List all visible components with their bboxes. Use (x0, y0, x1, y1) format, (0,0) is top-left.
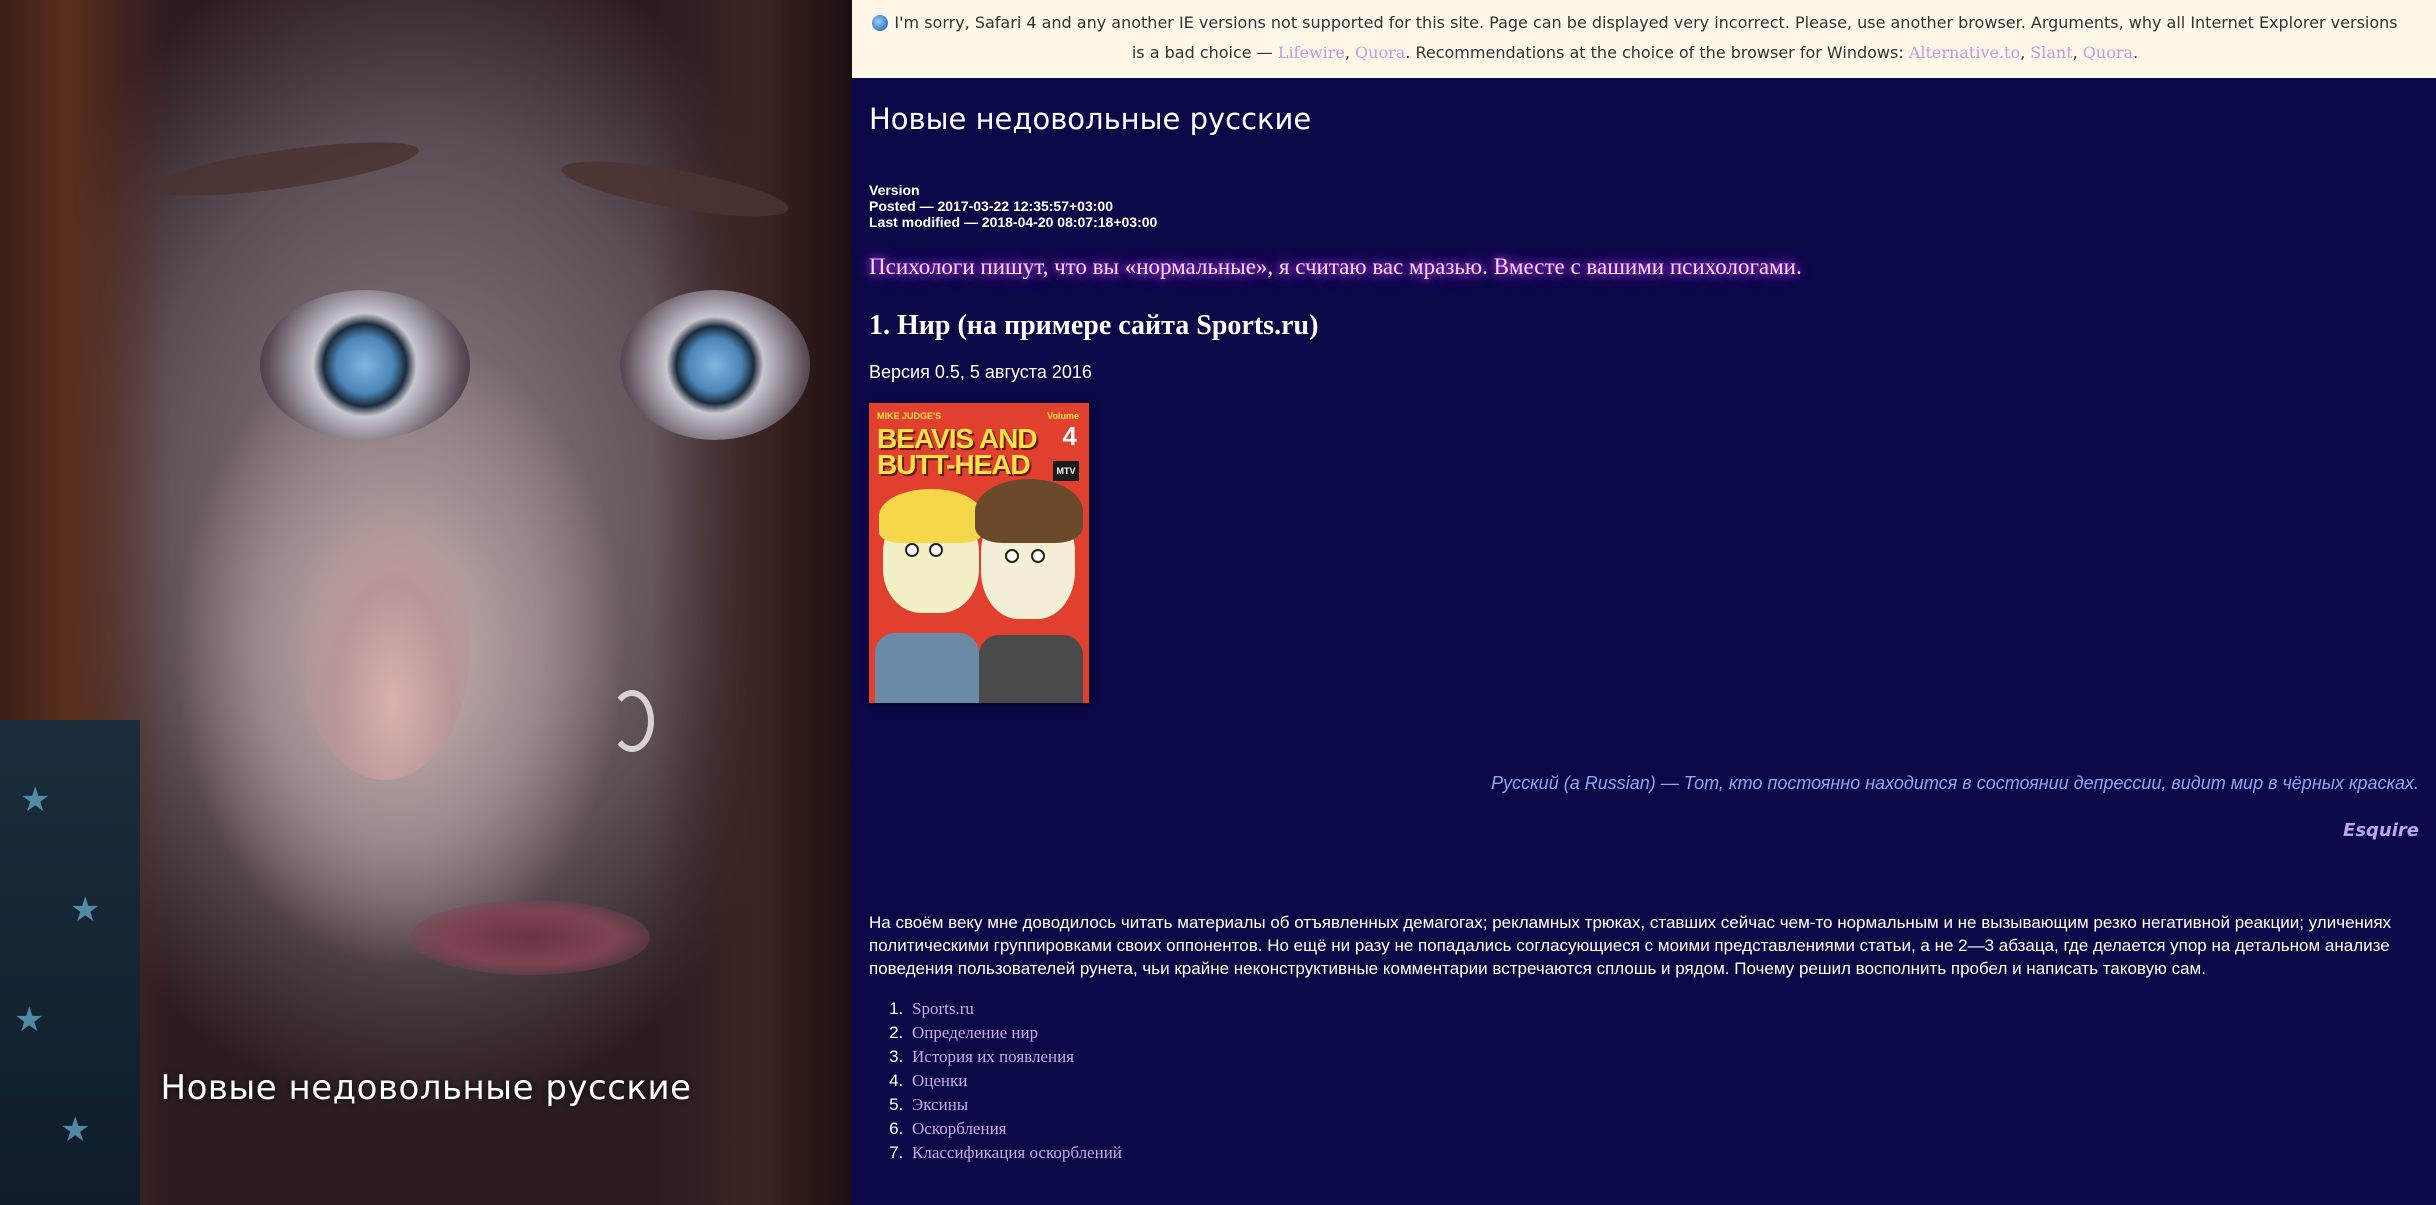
toc-link-sports-ru[interactable]: Sports.ru (912, 999, 974, 1018)
globe-icon (872, 15, 889, 31)
cover-butthead-hair (975, 479, 1083, 543)
cover-eye (905, 543, 919, 557)
beavis-and-butthead-cover-image: MIKE JUDGE'S Volume 4 BEAVIS AND BUTT-HE… (869, 403, 1089, 703)
meta-version: Version (869, 182, 920, 198)
link-slant[interactable]: Slant (2030, 43, 2072, 62)
background-photo: ★ ★ ★ ★ Новые недовольные русские (0, 0, 852, 1205)
photo-nose-ring (610, 690, 654, 752)
meta-posted: Posted — 2017-03-22 12:35:57+03:00 (869, 198, 1113, 214)
mtv-logo-icon: MTV (1053, 461, 1079, 481)
cover-eye (1031, 549, 1045, 563)
toc-item: Sports.ru (908, 997, 2419, 1021)
cover-title-line2: BUTT-HEAD (877, 449, 1031, 480)
intro-paragraph: На своём веку мне доводилось читать мате… (869, 913, 2392, 978)
photo-nose (300, 520, 470, 780)
cover-top-label: MIKE JUDGE'S (877, 411, 942, 421)
article-title: 1. Нир (на примере сайта Sports.ru) (869, 310, 1319, 341)
toc-item: Оскорбления (908, 1117, 2419, 1141)
toc-link-insults[interactable]: Оскорбления (912, 1119, 1007, 1138)
link-lifewire[interactable]: Lifewire (1278, 43, 1345, 62)
star-icon: ★ (60, 1110, 91, 1150)
star-icon: ★ (14, 1000, 45, 1040)
toc-link-definition[interactable]: Определение нир (912, 1023, 1038, 1042)
table-of-contents: Sports.ru Определение нир История их поя… (869, 997, 2419, 1165)
browser-warning-banner: I'm sorry, Safari 4 and any another IE v… (852, 0, 2436, 78)
star-icon: ★ (20, 780, 51, 820)
meta-modified: Last modified — 2018-04-20 08:07:18+03:0… (869, 214, 1158, 230)
main-content-pane: I'm sorry, Safari 4 and any another IE v… (852, 0, 2436, 1205)
toc-item: Определение нир (908, 1021, 2419, 1045)
toc-link-ratings[interactable]: Оценки (912, 1071, 967, 1090)
toc-link-exins[interactable]: Эксины (912, 1095, 968, 1114)
cover-volume-label: Volume (1047, 411, 1079, 421)
article-version: Версия 0.5, 5 августа 2016 (869, 362, 1092, 382)
cover-volume-number: 4 (1062, 421, 1077, 451)
star-icon: ★ (70, 890, 101, 930)
cover-eye (929, 543, 943, 557)
cover-eye (1005, 549, 1019, 563)
banner-text-recommendations: . Recommendations at the choice of the b… (1405, 43, 1909, 62)
photo-caption: Новые недовольные русские (160, 1068, 692, 1108)
site-title[interactable]: Новые недовольные русские (869, 102, 2419, 136)
cover-beavis-body (875, 633, 979, 703)
epigraph-quote: Русский (а Russian) — Тот, кто постоянно… (1491, 773, 2419, 793)
cover-beavis-hair (879, 489, 983, 543)
toc-link-history[interactable]: История их появления (912, 1047, 1074, 1066)
link-alternativeto[interactable]: Alternative.to (1909, 43, 2020, 62)
photo-lips (410, 900, 650, 975)
lead-quote: Психологи пишут, что вы «нормальные», я … (869, 254, 1802, 279)
banner-separator: , (1344, 43, 1356, 62)
toc-item: Эксины (908, 1093, 2419, 1117)
photo-brow-left (148, 131, 422, 207)
photo-eye-right (620, 290, 810, 440)
photo-star-fabric: ★ ★ ★ ★ (0, 720, 140, 1205)
link-quora-2[interactable]: Quora (2083, 43, 2133, 62)
banner-separator: , (2020, 43, 2031, 62)
toc-item: Оценки (908, 1069, 2419, 1093)
toc-item: Классификация оскорблений (908, 1141, 2419, 1165)
epigraph-source: Esquire (2343, 820, 2419, 841)
toc-link-insult-classification[interactable]: Классификация оскорблений (912, 1143, 1122, 1162)
photo-eye-left (260, 290, 470, 440)
cover-butthead-body (979, 635, 1083, 703)
post-meta: Version Posted — 2017-03-22 12:35:57+03:… (869, 182, 2419, 230)
banner-end: . (2133, 43, 2139, 62)
article-content: Новые недовольные русские Version Posted… (869, 78, 2419, 1165)
toc-item: История их появления (908, 1045, 2419, 1069)
banner-separator: , (2072, 43, 2083, 62)
link-quora[interactable]: Quora (1355, 43, 1405, 62)
